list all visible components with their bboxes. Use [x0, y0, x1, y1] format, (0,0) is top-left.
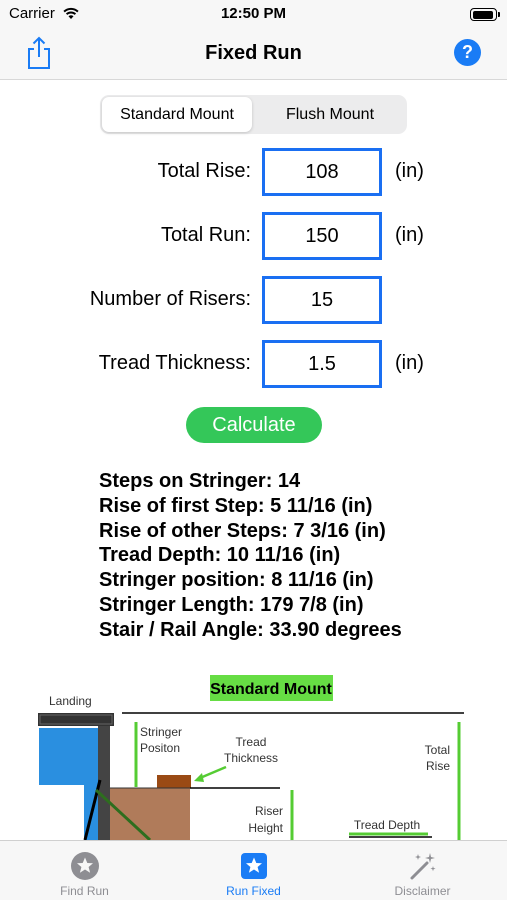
form-row-total-run: Total Run: (in) [0, 212, 507, 260]
segment-flush-mount[interactable]: Flush Mount [255, 97, 405, 132]
landing-post [84, 728, 98, 840]
magic-wand-icon [410, 853, 436, 880]
riser-height-label-2: Height [248, 821, 283, 835]
total-rise-label: Total Rise: [157, 160, 251, 182]
tab-disclaimer-label: Disclaimer [394, 884, 451, 898]
tread-thickness-label-1: Tread [236, 735, 267, 749]
total-rise-label-1: Total [425, 743, 450, 757]
tab-find-run[interactable]: Find Run [0, 841, 169, 900]
form-row-number-of-risers: Number of Risers: [0, 276, 507, 324]
status-bar: Carrier 12:50 PM [0, 0, 507, 30]
tread-thickness-unit: (in) [395, 352, 424, 374]
battery-icon [470, 8, 500, 21]
star-square-icon [241, 853, 267, 879]
status-time: 12:50 PM [220, 5, 287, 22]
total-run-label: Total Run: [160, 224, 251, 246]
stair-diagram-svg: Standard Mount Landing Stringer Positon … [38, 675, 464, 840]
tread-thickness-input[interactable] [262, 340, 382, 388]
total-rise-label-2: Rise [426, 759, 450, 773]
result-rise-other-steps: Rise of other Steps: 7 3/16 (in) [99, 519, 386, 542]
form-row-total-rise: Total Rise: (in) [0, 148, 507, 196]
tread-thickness-label-2: Thickness [224, 751, 278, 765]
total-run-unit: (in) [395, 224, 424, 246]
star-circle-icon [71, 852, 99, 880]
calculate-button[interactable]: Calculate [186, 407, 322, 443]
stringer-position-label-1: Stringer [140, 725, 182, 739]
results-panel: Steps on Stringer: 14 Rise of first Step… [99, 469, 402, 643]
mount-type-segmented-control: Standard Mount Flush Mount [100, 95, 407, 134]
tread-block [157, 775, 191, 788]
landing-label: Landing [49, 694, 92, 708]
tab-disclaimer[interactable]: Disclaimer [338, 841, 507, 900]
result-stringer-length: Stringer Length: 179 7/8 (in) [99, 593, 364, 616]
stringer-position-label-2: Positon [140, 741, 180, 755]
tab-bar: Find Run Run Fixed Disclaimer [0, 840, 507, 900]
tab-find-run-label: Find Run [60, 884, 109, 898]
result-rise-first-step: Rise of first Step: 5 11/16 (in) [99, 494, 373, 517]
tab-run-fixed-label: Run Fixed [226, 884, 281, 898]
tread-thickness-arrow [199, 765, 227, 780]
result-stair-rail-angle: Stair / Rail Angle: 33.90 degrees [99, 618, 402, 641]
help-button[interactable]: ? [454, 39, 481, 66]
tread-depth-label: Tread Depth [354, 818, 420, 832]
landing-joist-face [39, 728, 84, 785]
result-stringer-position: Stringer position: 8 11/16 (in) [99, 569, 374, 592]
tread-thickness-label: Tread Thickness: [98, 352, 251, 374]
total-rise-input[interactable] [262, 148, 382, 196]
number-of-risers-label: Number of Risers: [89, 288, 251, 310]
riser-height-label-1: Riser [255, 804, 283, 818]
diagram-title: Standard Mount [210, 681, 332, 698]
page-title: Fixed Run [205, 42, 302, 64]
result-steps-on-stringer: Steps on Stringer: 14 [99, 470, 301, 492]
segment-standard-mount[interactable]: Standard Mount [102, 97, 252, 132]
stair-diagram: Standard Mount Landing Stringer Positon … [0, 670, 507, 840]
navigation-bar: Fixed Run ? [0, 30, 507, 80]
total-run-input[interactable] [262, 212, 382, 260]
total-rise-unit: (in) [395, 160, 424, 182]
tab-run-fixed[interactable]: Run Fixed [169, 841, 338, 900]
form-row-tread-thickness: Tread Thickness: (in) [0, 340, 507, 388]
number-of-risers-input[interactable] [262, 276, 382, 324]
result-tread-depth: Tread Depth: 10 11/16 (in) [99, 544, 341, 567]
